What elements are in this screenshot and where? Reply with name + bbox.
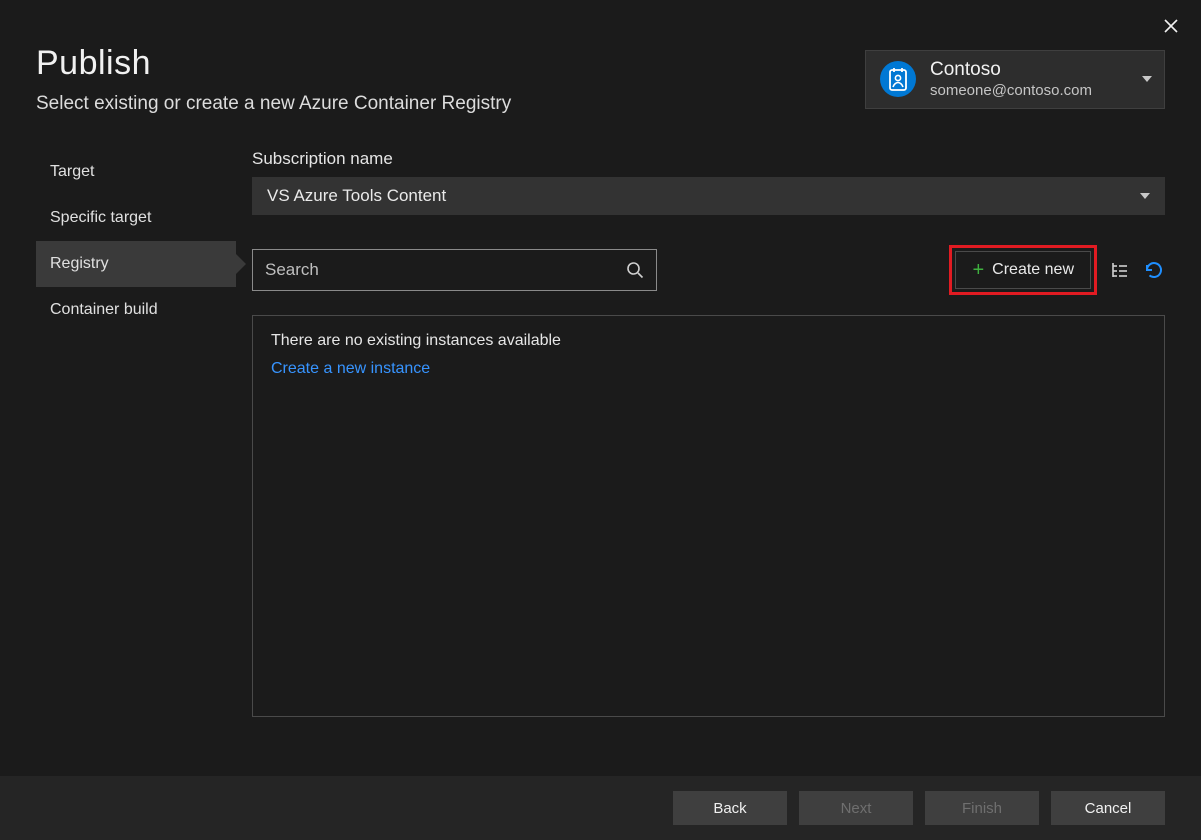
dialog-title: Publish bbox=[36, 44, 511, 83]
subscription-value: VS Azure Tools Content bbox=[267, 186, 446, 206]
create-instance-link[interactable]: Create a new instance bbox=[271, 360, 1146, 378]
account-selector[interactable]: Contoso someone@contoso.com bbox=[865, 50, 1165, 109]
subscription-label: Subscription name bbox=[252, 149, 1165, 169]
chevron-down-icon bbox=[1140, 191, 1150, 201]
sidebar-item-target[interactable]: Target bbox=[36, 149, 236, 195]
create-new-label: Create new bbox=[992, 261, 1074, 279]
finish-button: Finish bbox=[925, 791, 1039, 825]
subscription-dropdown[interactable]: VS Azure Tools Content bbox=[252, 177, 1165, 215]
create-new-button[interactable]: + Create new bbox=[955, 251, 1091, 289]
dialog-header: Publish Select existing or create a new … bbox=[0, 0, 1201, 125]
account-text: Contoso someone@contoso.com bbox=[930, 59, 1130, 100]
sidebar-item-label: Specific target bbox=[50, 209, 151, 226]
refresh-button[interactable] bbox=[1143, 259, 1165, 281]
search-box bbox=[252, 249, 657, 291]
account-name: Contoso bbox=[930, 59, 1130, 82]
toolbar-right: + Create new bbox=[949, 245, 1165, 295]
create-new-highlight: + Create new bbox=[949, 245, 1097, 295]
sidebar-item-container-build[interactable]: Container build bbox=[36, 287, 236, 333]
tree-view-button[interactable] bbox=[1109, 259, 1131, 281]
main-panel: Subscription name VS Azure Tools Content bbox=[252, 149, 1165, 717]
next-button: Next bbox=[799, 791, 913, 825]
close-button[interactable] bbox=[1159, 14, 1183, 38]
wizard-sidebar: Target Specific target Registry Containe… bbox=[36, 149, 236, 717]
search-icon bbox=[626, 261, 644, 279]
account-email: someone@contoso.com bbox=[930, 82, 1130, 100]
account-badge-icon bbox=[878, 59, 918, 99]
search-row: + Create new bbox=[252, 245, 1165, 295]
chevron-down-icon bbox=[1142, 74, 1152, 84]
sidebar-item-registry[interactable]: Registry bbox=[36, 241, 236, 287]
dialog-subtitle: Select existing or create a new Azure Co… bbox=[36, 93, 511, 115]
back-button[interactable]: Back bbox=[673, 791, 787, 825]
sidebar-item-label: Registry bbox=[50, 255, 109, 272]
close-icon bbox=[1163, 18, 1179, 34]
sidebar-item-label: Container build bbox=[50, 301, 158, 318]
publish-dialog: Publish Select existing or create a new … bbox=[0, 0, 1201, 840]
search-input[interactable] bbox=[265, 260, 626, 280]
empty-state-message: There are no existing instances availabl… bbox=[271, 332, 1146, 350]
tree-icon bbox=[1110, 260, 1130, 280]
dialog-footer: Back Next Finish Cancel bbox=[0, 776, 1201, 840]
cancel-button[interactable]: Cancel bbox=[1051, 791, 1165, 825]
sidebar-item-specific-target[interactable]: Specific target bbox=[36, 195, 236, 241]
plus-icon: + bbox=[972, 260, 984, 280]
refresh-icon bbox=[1143, 259, 1165, 281]
sidebar-item-label: Target bbox=[50, 163, 94, 180]
results-list: There are no existing instances availabl… bbox=[252, 315, 1165, 717]
title-block: Publish Select existing or create a new … bbox=[36, 44, 511, 115]
dialog-body: Target Specific target Registry Containe… bbox=[0, 125, 1201, 717]
